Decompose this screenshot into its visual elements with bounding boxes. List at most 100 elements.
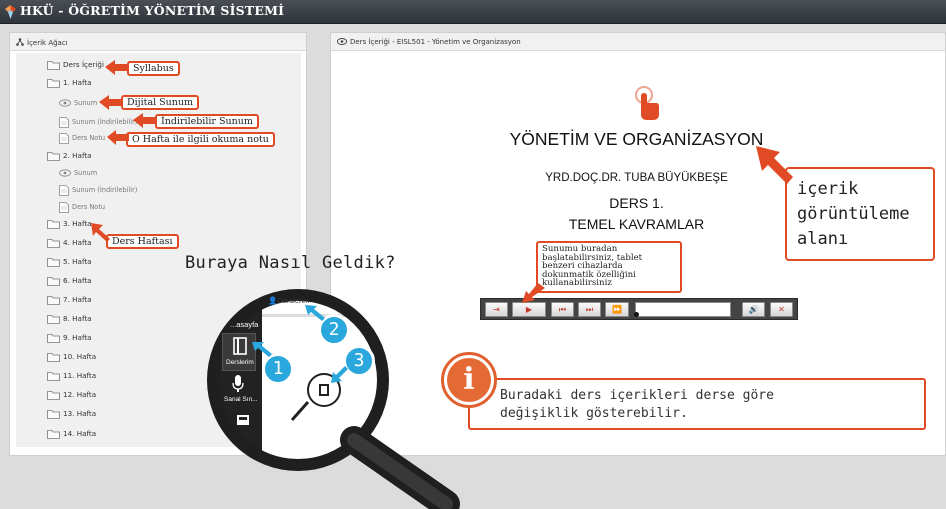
step-3-arrow: [331, 366, 348, 383]
tree-node-label: 9. Hafta: [63, 333, 92, 342]
player-tip-arrow: [522, 283, 545, 303]
tree-folder-node[interactable]: 9. Hafta: [47, 332, 92, 344]
step-2-arrow: [305, 305, 325, 321]
folder-icon: [47, 277, 60, 286]
eye-icon: [336, 38, 348, 45]
eye-icon: [59, 169, 71, 177]
tree-node-label: 13. Hafta: [63, 409, 97, 418]
tree-folder-node[interactable]: 5. Hafta: [47, 256, 92, 268]
tree-folder-node[interactable]: Ders İçeriği: [47, 59, 104, 71]
folder-icon: [47, 152, 60, 161]
tree-folder-node[interactable]: 1. Hafta: [47, 77, 92, 89]
tree-node-label: Sunum: [74, 99, 98, 107]
document-icon: [59, 201, 69, 213]
folder-icon: [47, 220, 60, 229]
tree-content-node[interactable]: Sunum: [59, 167, 97, 179]
menu-derslerim-button[interactable]: Derslerim: [222, 333, 256, 371]
tree-folder-node[interactable]: 10. Hafta: [47, 351, 96, 363]
folder-icon: [47, 334, 60, 343]
info-icon: i: [447, 358, 491, 402]
week-callout: Ders Haftası: [106, 234, 179, 249]
view-area-callout: içerik görüntüleme alanı: [785, 167, 935, 261]
tree-node-label: 6. Hafta: [63, 276, 92, 285]
tree-node-label: 2. Hafta: [63, 151, 92, 160]
slide-title: YÖNETİM VE ORGANİZASYON: [509, 129, 764, 149]
folder-icon: [47, 296, 60, 305]
tree-content-node[interactable]: Ders Notu: [59, 132, 105, 144]
close-button[interactable]: ✕: [770, 302, 793, 317]
content-tree-header: İçerik Ağacı: [10, 33, 306, 51]
document-icon: [59, 116, 69, 128]
tree-folder-node[interactable]: 12. Hafta: [47, 389, 96, 401]
syllabus-arrow: [105, 60, 129, 75]
next-button[interactable]: ⏭: [578, 302, 601, 317]
folder-icon: [47, 258, 60, 267]
tree-node-label: Sunum: [74, 169, 98, 177]
user-icon: 👤: [268, 296, 278, 305]
tree-folder-node[interactable]: 14. Hafta: [47, 428, 96, 440]
tree-folder-node[interactable]: 4. Hafta: [47, 237, 92, 249]
folder-icon: [47, 353, 60, 362]
content-tree-title: İçerik Ağacı: [27, 39, 68, 47]
menu-homepage-label[interactable]: ...asayfa: [230, 320, 258, 329]
app-title: HKÜ - ÖĞRETİM YÖNETİM SİSTEMİ: [20, 3, 285, 18]
reading-note-callout: O Hafta ile ilgili okuma notu: [126, 132, 275, 147]
document-icon: [59, 132, 69, 144]
book-icon: [233, 337, 247, 355]
tree-content-node[interactable]: Sunum: [59, 97, 97, 109]
next-icon: ⏭: [585, 305, 594, 314]
eye-icon: [59, 99, 71, 107]
tree-folder-node[interactable]: 6. Hafta: [47, 275, 92, 287]
tree-folder-node[interactable]: 11. Hafta: [47, 370, 96, 382]
menu-virtual-class-label[interactable]: Sanal Sın...: [224, 396, 258, 403]
volume-button[interactable]: 🔊: [742, 302, 765, 317]
tree-content-node[interactable]: Ders Notu: [59, 201, 105, 213]
previous-button[interactable]: ⏮: [551, 302, 574, 317]
tree-folder-node[interactable]: 7. Hafta: [47, 294, 92, 306]
inbox-icon: [237, 415, 249, 425]
folder-icon: [47, 391, 60, 400]
tree-content-node[interactable]: Sunum (İndirilebilir): [59, 116, 137, 128]
digital-presentation-callout: Dijital Sunum: [121, 95, 200, 110]
tree-node-label: 7. Hafta: [63, 295, 92, 304]
reading-arrow: [107, 130, 129, 145]
how-did-we-get-here-title: Buraya Nasıl Geldik?: [185, 253, 396, 273]
tree-node-label: 11. Hafta: [63, 371, 97, 380]
player-tip-callout: Sunumu buradan başlatabilirsiniz, tablet…: [536, 241, 682, 293]
tree-folder-node[interactable]: 13. Hafta: [47, 408, 96, 420]
previous-icon: ⏮: [558, 305, 567, 314]
tree-folder-node[interactable]: 3. Hafta: [47, 218, 92, 230]
play-button[interactable]: ▶: [512, 302, 546, 317]
folder-icon: [47, 430, 60, 439]
tree-folder-node[interactable]: 8. Hafta: [47, 313, 92, 325]
content-view-header: Ders İçeriği - EISL501 - Yönetim ve Orga…: [331, 33, 945, 51]
tree-content-node[interactable]: Sunum (İndirilebilir): [59, 184, 137, 196]
volume-icon: 🔊: [748, 305, 759, 314]
menu-derslerim-label: Derslerim: [226, 359, 254, 366]
seek-handle[interactable]: [634, 312, 639, 317]
fast-forward-icon: ⏩: [612, 305, 622, 314]
microphone-icon: [232, 375, 244, 392]
folder-icon: [47, 410, 60, 419]
content-view-title: Ders İçeriği - EISL501 - Yönetim ve Orga…: [350, 38, 521, 46]
top-bar: HKÜ - ÖĞRETİM YÖNETİM SİSTEMİ: [0, 0, 946, 24]
step-1-arrow: [252, 342, 272, 357]
folder-icon: [47, 61, 60, 70]
tree-folder-node[interactable]: 2. Hafta: [47, 150, 92, 162]
tree-node-label: 5. Hafta: [63, 257, 92, 266]
folder-icon: [47, 239, 60, 248]
tree-node-label: 10. Hafta: [63, 352, 97, 361]
folder-icon: [47, 372, 60, 381]
tree-node-label: Ders İçeriği: [63, 60, 104, 69]
logo-icon: [5, 5, 16, 19]
play-icon: ▶: [525, 305, 533, 314]
tree-node-label: 3. Hafta: [63, 219, 92, 228]
derslerim-tab[interactable]: 👤Derslerim: [268, 296, 309, 305]
tree-node-label: Sunum (İndirilebilir): [72, 118, 138, 126]
tree-node-label: 1. Hafta: [63, 78, 92, 87]
touch-icon: [635, 86, 659, 120]
tree-node-label: 4. Hafta: [63, 238, 92, 247]
seek-bar[interactable]: [634, 302, 731, 317]
tree-node-label: Ders Notu: [72, 134, 106, 142]
fast-forward-button[interactable]: ⏩: [605, 302, 629, 317]
